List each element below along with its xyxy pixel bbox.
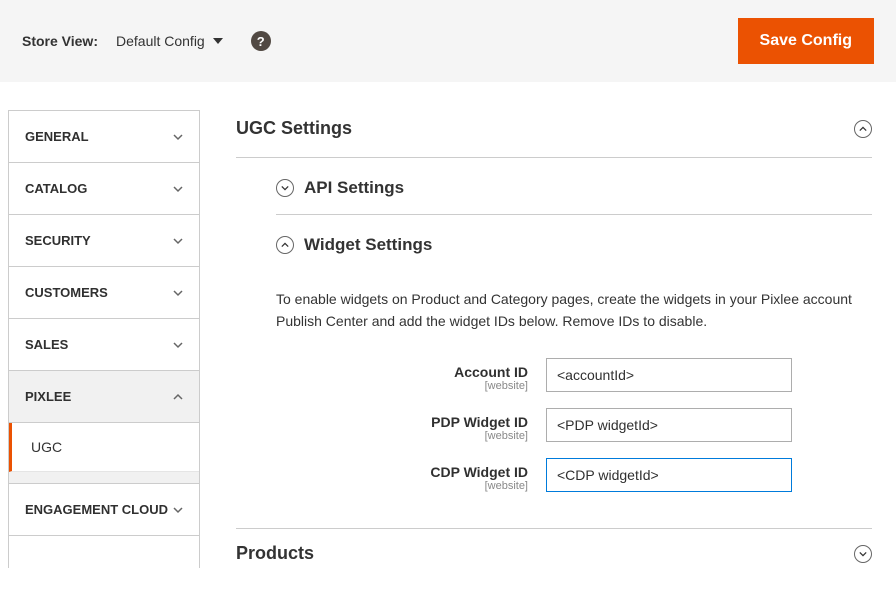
products-title: Products [236, 543, 314, 564]
chevron-up-icon [173, 392, 183, 402]
store-view-wrap: Store View: Default Config ? [22, 31, 271, 51]
chevron-down-icon [173, 132, 183, 142]
sidebar-item-label: GENERAL [25, 129, 89, 144]
sidebar-subitem-label: UGC [31, 439, 62, 455]
main-content: UGC Settings API Settings Widget Setting… [236, 110, 888, 568]
sidebar: GENERAL CATALOG SECURITY CUSTOMERS SALES… [8, 110, 200, 568]
account-id-input[interactable] [546, 358, 792, 392]
sidebar-item-general[interactable]: GENERAL [9, 111, 199, 163]
cdp-widget-id-label-wrap: CDP Widget ID [website] [276, 458, 546, 492]
sidebar-item-customers[interactable]: CUSTOMERS [9, 267, 199, 319]
sidebar-item-pixlee[interactable]: PIXLEE [9, 371, 199, 423]
form-row-pdp-widget-id: PDP Widget ID [website] [236, 400, 872, 450]
collapse-icon [276, 236, 294, 254]
sidebar-item-label: ENGAGEMENT CLOUD [25, 502, 168, 517]
collapse-icon [854, 120, 872, 138]
content-wrap: GENERAL CATALOG SECURITY CUSTOMERS SALES… [0, 82, 896, 568]
save-config-button[interactable]: Save Config [738, 18, 874, 64]
api-settings-row[interactable]: API Settings [236, 158, 872, 214]
store-view-label: Store View: [22, 33, 98, 49]
pdp-widget-id-scope: [website] [276, 430, 528, 442]
cdp-widget-id-input[interactable] [546, 458, 792, 492]
sidebar-item-engagement-cloud[interactable]: ENGAGEMENT CLOUD [9, 484, 199, 536]
store-view-select[interactable]: Default Config [116, 33, 223, 49]
pdp-widget-id-label-wrap: PDP Widget ID [website] [276, 408, 546, 442]
sidebar-item-label: PIXLEE [25, 389, 71, 404]
form-row-account-id: Account ID [website] [236, 350, 872, 400]
pdp-widget-id-label: PDP Widget ID [276, 414, 528, 430]
products-section: Products [236, 528, 872, 568]
chevron-down-icon [173, 184, 183, 194]
sidebar-item-label: CATALOG [25, 181, 87, 196]
expand-icon [276, 179, 294, 197]
account-id-scope: [website] [276, 380, 528, 392]
top-bar: Store View: Default Config ? Save Config [0, 0, 896, 82]
widget-settings-row[interactable]: Widget Settings [236, 215, 872, 271]
products-header[interactable]: Products [236, 528, 872, 568]
ugc-settings-title: UGC Settings [236, 118, 352, 139]
cdp-widget-id-scope: [website] [276, 480, 528, 492]
caret-down-icon [213, 38, 223, 44]
account-id-label: Account ID [276, 364, 528, 380]
sidebar-item-catalog[interactable]: CATALOG [9, 163, 199, 215]
sidebar-item-label: CUSTOMERS [25, 285, 108, 300]
chevron-down-icon [173, 505, 183, 515]
sidebar-item-label: SALES [25, 337, 68, 352]
sidebar-item-security[interactable]: SECURITY [9, 215, 199, 267]
sidebar-subitem-ugc[interactable]: UGC [9, 423, 199, 472]
widget-settings-title: Widget Settings [304, 235, 432, 255]
pdp-widget-id-input[interactable] [546, 408, 792, 442]
sidebar-item-label: SECURITY [25, 233, 91, 248]
chevron-down-icon [173, 340, 183, 350]
account-id-label-wrap: Account ID [website] [276, 358, 546, 392]
chevron-down-icon [173, 236, 183, 246]
store-view-value: Default Config [116, 33, 205, 49]
form-row-cdp-widget-id: CDP Widget ID [website] [236, 450, 872, 500]
help-icon[interactable]: ? [251, 31, 271, 51]
sidebar-item-sales[interactable]: SALES [9, 319, 199, 371]
cdp-widget-id-label: CDP Widget ID [276, 464, 528, 480]
expand-icon [854, 545, 872, 563]
widget-settings-help-text: To enable widgets on Product and Categor… [236, 271, 872, 350]
ugc-settings-header[interactable]: UGC Settings [236, 110, 872, 158]
api-settings-title: API Settings [304, 178, 404, 198]
sidebar-divider [9, 472, 199, 484]
chevron-down-icon [173, 288, 183, 298]
